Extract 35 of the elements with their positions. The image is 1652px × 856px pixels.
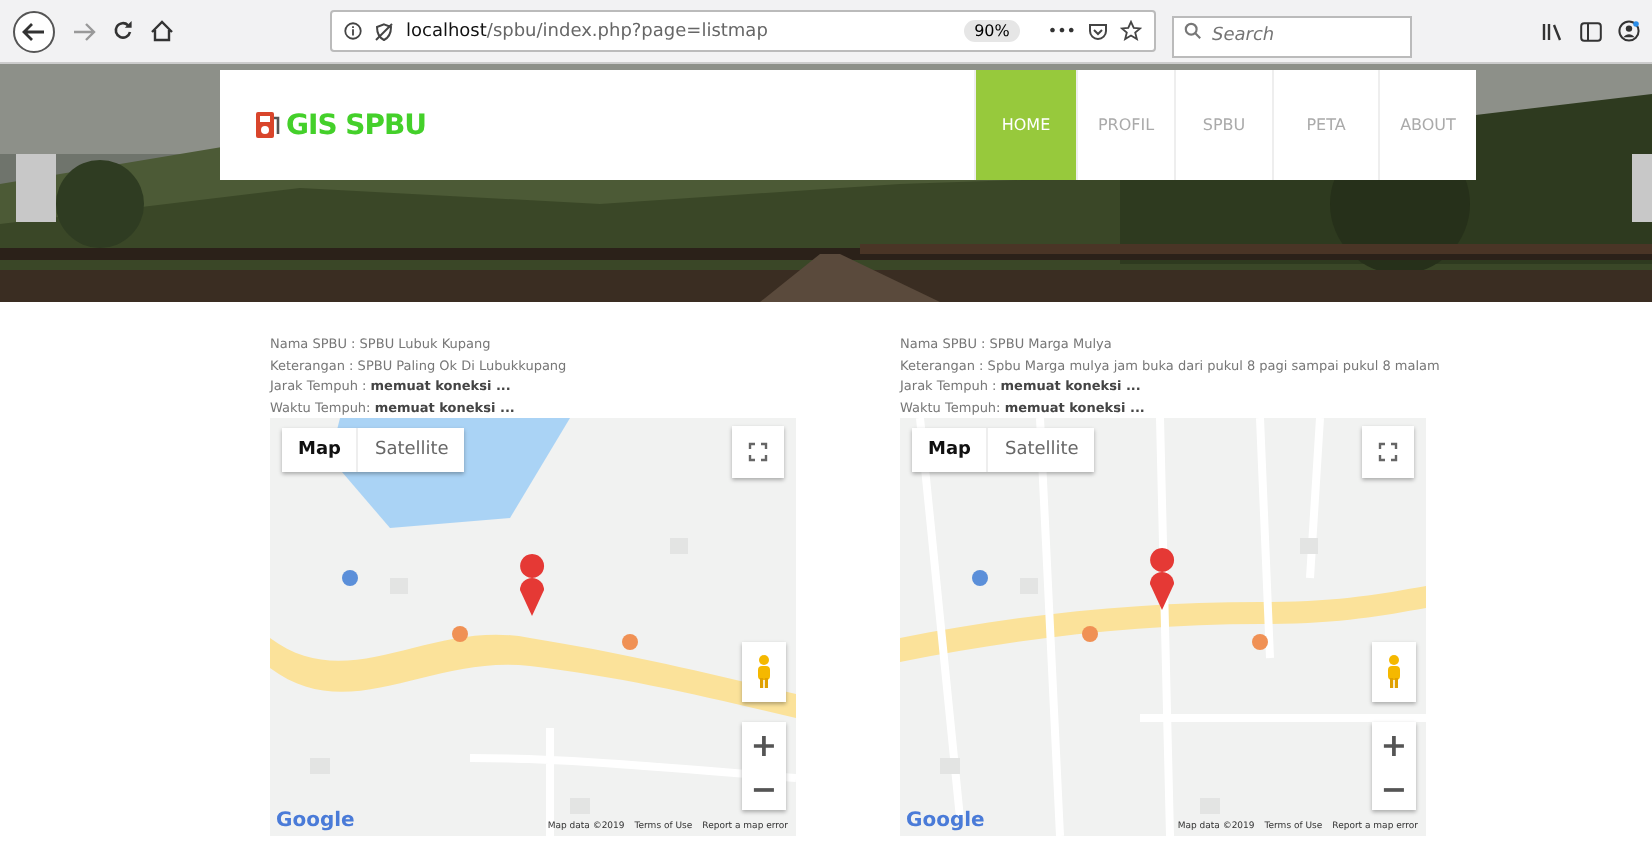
zoom-out-button[interactable]: − bbox=[1372, 766, 1416, 810]
zoom-in-button[interactable]: + bbox=[1372, 722, 1416, 766]
person-icon bbox=[1386, 654, 1402, 690]
info-icon[interactable] bbox=[344, 22, 362, 40]
fullscreen-icon bbox=[748, 442, 768, 462]
page-actions-button[interactable]: ••• bbox=[1047, 22, 1076, 40]
map-type-tab[interactable]: Map bbox=[912, 428, 989, 472]
home-icon[interactable] bbox=[150, 20, 174, 42]
map-type-tab[interactable]: Satellite bbox=[988, 428, 1095, 472]
reload-icon[interactable] bbox=[112, 20, 134, 42]
slider-previous-button[interactable] bbox=[16, 154, 56, 222]
fuel-pump-icon bbox=[254, 110, 282, 140]
fullscreen-button[interactable] bbox=[1362, 426, 1414, 478]
zoom-out-button[interactable]: − bbox=[742, 766, 786, 810]
fullscreen-button[interactable] bbox=[732, 426, 784, 478]
fullscreen-icon bbox=[1378, 442, 1398, 462]
person-icon bbox=[756, 654, 772, 690]
url-text: localhost/spbu/index.php?page=listmap bbox=[406, 21, 770, 41]
star-icon[interactable] bbox=[1120, 20, 1142, 42]
search-field[interactable]: Search bbox=[1172, 15, 1412, 57]
address-bar[interactable]: localhost/spbu/index.php?page=listmap 90% ••• bbox=[330, 10, 1156, 52]
account-icon[interactable] bbox=[1618, 20, 1640, 42]
zoom-badge[interactable]: 90% bbox=[964, 20, 1020, 42]
logo-text: GIS SPBU bbox=[286, 109, 427, 141]
map-type-tab[interactable]: Map bbox=[282, 428, 359, 472]
pocket-icon[interactable] bbox=[1088, 21, 1108, 41]
map-logo: Google bbox=[276, 810, 355, 832]
sidebar-icon[interactable] bbox=[1580, 21, 1602, 41]
map-logo: Google bbox=[906, 810, 985, 832]
tracking-icon[interactable] bbox=[374, 21, 394, 41]
forward-icon[interactable] bbox=[72, 21, 96, 41]
map-type-tab[interactable]: Satellite bbox=[358, 428, 465, 472]
back-icon[interactable] bbox=[12, 9, 56, 53]
library-icon[interactable] bbox=[1542, 21, 1564, 41]
zoom-in-button[interactable]: + bbox=[742, 722, 786, 766]
